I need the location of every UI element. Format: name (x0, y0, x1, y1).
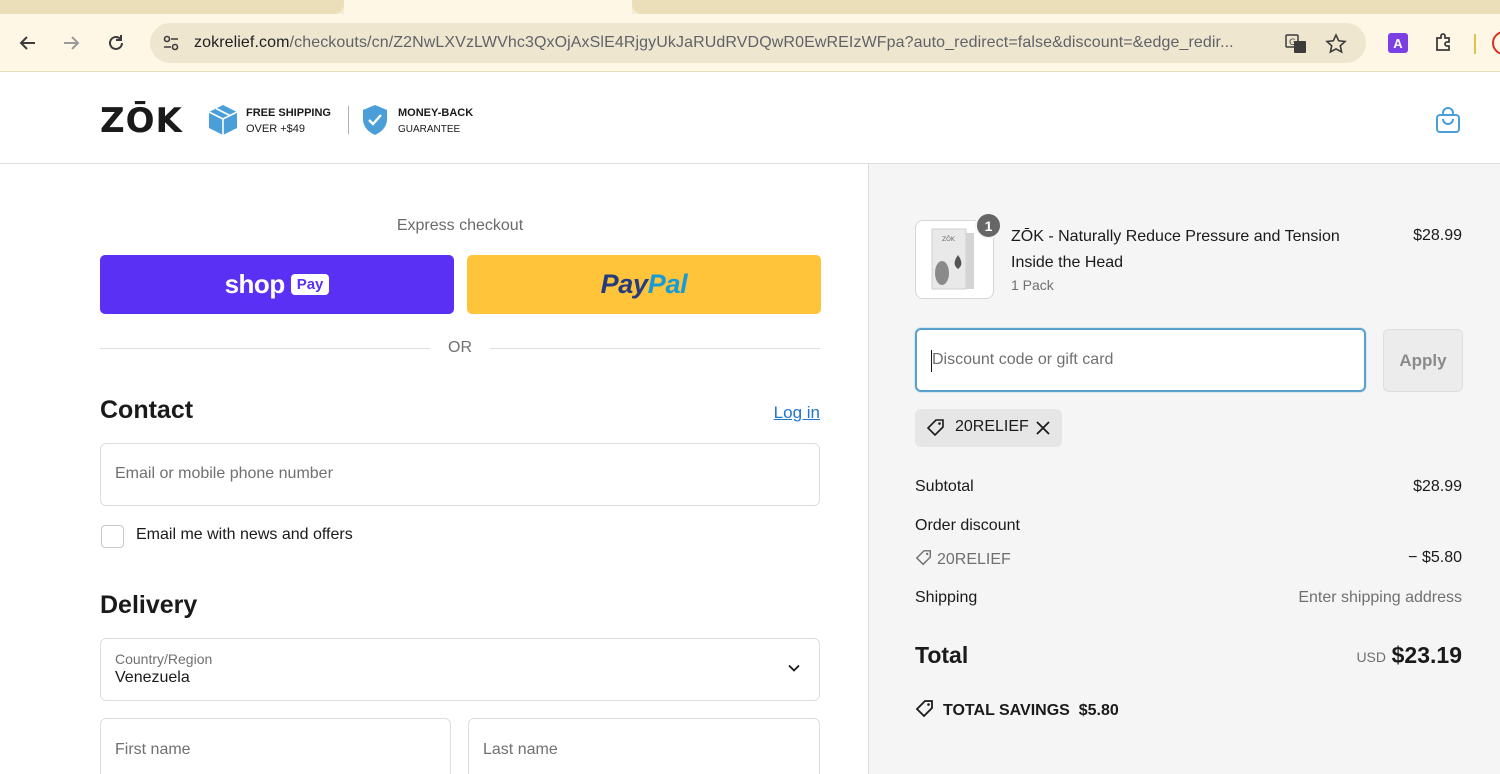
paypal-word-part1: Pay (600, 269, 648, 299)
browser-tab-active[interactable] (344, 0, 632, 14)
translate-icon[interactable]: G (1284, 32, 1308, 56)
remove-code-close-icon[interactable] (1033, 418, 1053, 438)
total-label: Total (915, 642, 969, 668)
delivery-heading: Delivery (100, 591, 198, 619)
order-summary: ZŌK 1 ZŌK - Naturally Reduce Pressure an… (868, 164, 1500, 774)
shield-check-icon (363, 105, 387, 135)
svg-text:ZŌK: ZŌK (942, 236, 956, 243)
tag-icon (926, 419, 944, 437)
discount-placeholder: Discount code or gift card (932, 351, 1114, 368)
email-placeholder: Email or mobile phone number (115, 465, 333, 482)
tag-icon (915, 550, 932, 566)
last-name-field[interactable]: Last name (468, 718, 820, 774)
subtotal-label: Subtotal (915, 478, 974, 495)
back-icon[interactable] (13, 28, 43, 58)
login-link[interactable]: Log in (740, 403, 820, 423)
country-select[interactable]: Country/Region Venezuela (100, 638, 820, 701)
discount-code-input[interactable]: Discount code or gift card (915, 328, 1366, 392)
newsletter-checkbox[interactable] (101, 525, 124, 548)
product-variant: 1 Pack (1011, 277, 1054, 293)
product-name: ZŌK - Naturally Reduce Pressure and Tens… (1011, 228, 1340, 271)
newsletter-label[interactable]: Email me with news and offers (136, 526, 353, 544)
paypal-wordmark: PayPal (601, 269, 688, 300)
shop-pay-button[interactable]: shop Pay (100, 255, 454, 314)
country-label: Country/Region (115, 651, 213, 667)
shop-pay-chip: Pay (290, 274, 330, 295)
extension-a-icon[interactable]: A (1388, 33, 1408, 53)
order-discount-label: Order discount (915, 517, 1020, 534)
reload-icon[interactable] (101, 28, 131, 58)
browser-toolbar: zokrelief.com/checkouts/cn/Z2NwLXVzLWVhc… (0, 14, 1500, 72)
money-back-badge: MONEY-BACK GUARANTEE (398, 105, 473, 138)
or-divider-text: OR (448, 339, 472, 356)
chevron-down-icon (788, 664, 800, 672)
shopping-bag-icon[interactable] (1435, 106, 1461, 134)
free-shipping-badge: FREE SHIPPING OVER +$49 (246, 105, 331, 137)
discount-value: − $5.80 (1408, 549, 1462, 566)
savings-label: TOTAL SAVINGS (943, 702, 1070, 719)
money-back-line1: MONEY-BACK (398, 107, 474, 119)
applied-code-text: 20RELIEF (955, 418, 1029, 435)
svg-text:G: G (1289, 38, 1296, 48)
address-bar[interactable]: zokrelief.com/checkouts/cn/Z2NwLXVzLWVhc… (150, 23, 1366, 63)
zok-logo[interactable]: ZŌK (100, 101, 183, 141)
savings-value: $5.80 (1078, 702, 1119, 719)
total-amount: $23.19 (1391, 642, 1462, 668)
money-back-line2: GUARANTEE (398, 124, 461, 135)
email-field[interactable]: Email or mobile phone number (100, 443, 820, 506)
forward-icon[interactable] (56, 28, 86, 58)
first-name-field[interactable]: First name (100, 718, 451, 774)
url-domain: zokrelief.com (194, 34, 290, 51)
browser-tab[interactable] (0, 0, 344, 14)
apply-discount-button[interactable]: Apply (1383, 329, 1463, 392)
site-settings-icon[interactable] (162, 34, 180, 52)
discount-code-text: 20RELIEF (937, 551, 1011, 568)
checkout-form: Express checkout shop Pay PayPal OR Cont… (0, 164, 868, 774)
free-shipping-line2: OVER +$49 (246, 123, 306, 135)
applied-discount-chip: 20RELIEF (915, 409, 1062, 447)
header-divider (348, 106, 349, 134)
divider-line (490, 348, 820, 349)
quantity-badge: 1 (975, 212, 1002, 239)
savings-tag-icon (915, 700, 933, 718)
shipping-label: Shipping (915, 589, 978, 606)
total-currency: USD (1356, 649, 1386, 665)
free-shipping-line1: FREE SHIPPING (246, 107, 331, 119)
shipping-box-icon (208, 105, 238, 135)
total-savings: TOTAL SAVINGS $5.80 (915, 699, 1119, 720)
last-name-placeholder: Last name (483, 741, 558, 758)
product-price: $28.99 (1413, 227, 1462, 244)
express-checkout-label: Express checkout (396, 217, 524, 234)
contact-heading: Contact (100, 396, 194, 424)
subtotal-value: $28.99 (1413, 478, 1462, 495)
shop-pay-wordmark: shop (224, 269, 286, 299)
country-value: Venezuela (115, 669, 190, 686)
first-name-placeholder: First name (115, 741, 191, 758)
paypal-word-part2: Pal (647, 269, 688, 299)
divider-line (100, 348, 430, 349)
discount-code-row: 20RELIEF (915, 549, 1011, 569)
toolbar-divider (1474, 34, 1476, 54)
bookmark-star-icon[interactable] (1324, 32, 1348, 56)
browser-tab[interactable] (632, 0, 1500, 14)
url-path: /checkouts/cn/Z2NwLXVzLWVhc3QxOjAxSlE4Rj… (289, 34, 1234, 51)
site-header: ZŌK FREE SHIPPING OVER +$49 MONEY-BACK G… (0, 73, 1500, 164)
paypal-button[interactable]: PayPal (467, 255, 821, 314)
browser-tab-strip (0, 0, 1500, 14)
shipping-value: Enter shipping address (1298, 589, 1462, 606)
extensions-puzzle-icon[interactable] (1432, 31, 1456, 55)
profile-avatar-icon[interactable] (1492, 31, 1500, 55)
url-text[interactable]: zokrelief.com/checkouts/cn/Z2NwLXVzLWVhc… (194, 34, 1234, 52)
